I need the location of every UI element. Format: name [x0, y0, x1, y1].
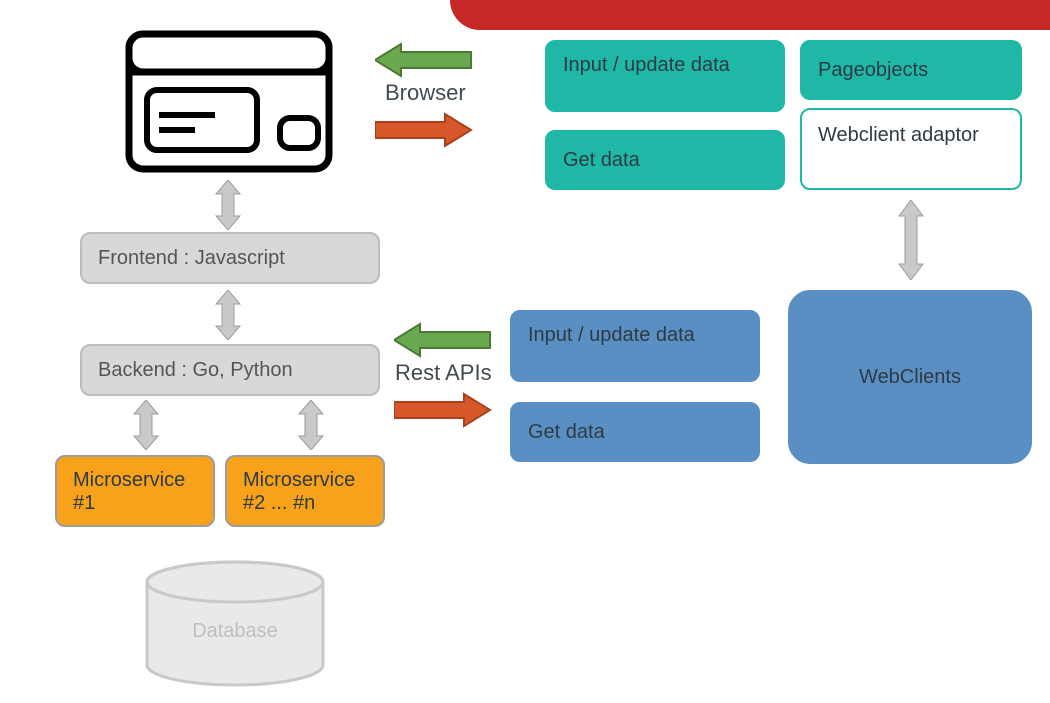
rest-apis-label: Rest APIs — [395, 360, 492, 386]
frontend-label: Frontend : Javascript — [98, 247, 285, 270]
webclient-adaptor-box: Webclient adaptor — [800, 108, 1022, 190]
input-update-top-box: Input / update data — [545, 40, 785, 112]
input-update-bottom-label: Input / update data — [528, 324, 695, 346]
database-label: Database — [165, 620, 305, 643]
arrow-right-icon — [394, 392, 494, 428]
double-arrow-icon — [212, 290, 244, 340]
frontend-box: Frontend : Javascript — [80, 232, 380, 284]
webclient-adaptor-label: Webclient adaptor — [818, 124, 979, 146]
get-data-top-box: Get data — [545, 130, 785, 190]
backend-label: Backend : Go, Python — [98, 359, 293, 382]
banner-stripe — [450, 0, 1050, 30]
pageobjects-box: Pageobjects — [800, 40, 1022, 100]
get-data-bottom-label: Get data — [528, 421, 605, 444]
double-arrow-icon — [295, 400, 327, 450]
arrow-left-icon — [394, 322, 494, 358]
webclients-label: WebClients — [859, 366, 961, 389]
arrow-right-icon — [375, 112, 475, 148]
double-arrow-icon — [212, 180, 244, 230]
double-arrow-icon — [895, 200, 927, 280]
pageobjects-label: Pageobjects — [818, 59, 928, 82]
get-data-top-label: Get data — [563, 149, 640, 172]
webclients-box: WebClients — [788, 290, 1032, 464]
input-update-top-label: Input / update data — [563, 54, 730, 76]
microservice1-label: Microservice #1 — [73, 469, 185, 514]
microservice2-label: Microservice #2 ... #n — [243, 469, 355, 514]
get-data-bottom-box: Get data — [510, 402, 760, 462]
microservice2-box: Microservice #2 ... #n — [225, 455, 385, 527]
input-update-bottom-box: Input / update data — [510, 310, 760, 382]
double-arrow-icon — [130, 400, 162, 450]
microservice1-box: Microservice #1 — [55, 455, 215, 527]
browser-label: Browser — [385, 80, 466, 106]
backend-box: Backend : Go, Python — [80, 344, 380, 396]
arrow-left-icon — [375, 42, 475, 78]
browser-wireframe-icon — [125, 30, 335, 175]
